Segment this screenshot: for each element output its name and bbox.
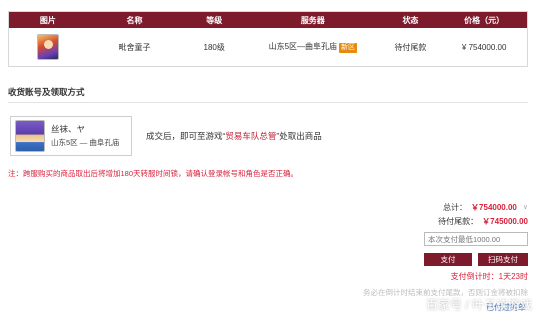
header-name: 名称 (126, 15, 143, 25)
character-card[interactable]: 丝袜、ヤ 山东5区 — 曲阜孔庙 (10, 116, 132, 156)
pay-button[interactable]: 支付 (424, 253, 472, 266)
total-value: ￥754000.00 (471, 202, 517, 212)
balance-value: ￥745000.00 (482, 216, 528, 226)
table-row: 毗舍童子 180级 山东5区—曲阜孔庙 新区 待付尾款 ¥ 754000.00 (9, 28, 527, 66)
item-image-cell (9, 34, 87, 60)
character-info: 丝袜、ヤ 山东5区 — 曲阜孔庙 (51, 123, 119, 149)
item-level: 180级 (203, 42, 225, 52)
header-price: 价格（元） (464, 15, 505, 25)
chevron-down-icon[interactable]: ∨ (523, 203, 528, 211)
balance-row: 待付尾款： ￥745000.00 (368, 214, 528, 228)
character-server: 山东5区 — 曲阜孔庙 (51, 138, 120, 147)
pickup-instruction: 成交后，即可至游戏“贸易车队总管”处取出商品 (146, 130, 322, 142)
pickup-prefix: 成交后，即可至游戏“ (146, 131, 226, 141)
payment-amount-input[interactable] (424, 232, 528, 246)
payment-countdown: 支付倒计时：1天23时 (450, 272, 528, 281)
header-image: 图片 (39, 15, 56, 25)
character-name: 丝袜、ヤ (51, 124, 86, 134)
scan-pay-button[interactable]: 扫码支付 (478, 253, 528, 266)
pickup-npc-link[interactable]: 贸易车队总管 (225, 131, 276, 141)
total-row: 总计： ￥754000.00 ∨ (368, 200, 528, 214)
header-level: 等级 (206, 15, 223, 25)
header-server: 服务器 (300, 15, 325, 25)
balance-label: 待付尾款： (438, 216, 479, 226)
item-server-cell: 山东5区—曲阜孔庙 新区 (246, 41, 379, 53)
order-table-header: 图片 名称 等级 服务器 状态 价格（元） (9, 12, 527, 28)
item-server: 山东5区—曲阜孔庙 (268, 42, 338, 51)
server-tag-badge: 新区 (339, 43, 358, 53)
order-table: 图片 名称 等级 服务器 状态 价格（元） 毗舍童子 180级 山东5区—曲阜孔… (8, 11, 528, 67)
payment-summary: 总计： ￥754000.00 ∨ 待付尾款： ￥745000.00 (368, 200, 528, 228)
cross-server-notice: 注：跨服购买的商品取出后将增加180天转服时间锁，请确认登录帐号和角色是否正确。 (8, 169, 299, 178)
item-name: 毗舍童子 (118, 42, 151, 52)
item-price: ¥ 754000.00 (461, 42, 507, 52)
header-status: 状态 (402, 15, 419, 25)
item-status: 待付尾款 (394, 42, 427, 52)
watermark-text: 百家号 / 叶子读游戏 (425, 298, 532, 312)
pickup-suffix: ”处取出商品 (276, 131, 322, 141)
character-avatar (15, 120, 45, 152)
total-label: 总计： (443, 202, 468, 212)
divider (8, 102, 528, 103)
item-avatar[interactable] (36, 34, 59, 60)
section-title: 收货账号及领取方式 (8, 87, 85, 97)
